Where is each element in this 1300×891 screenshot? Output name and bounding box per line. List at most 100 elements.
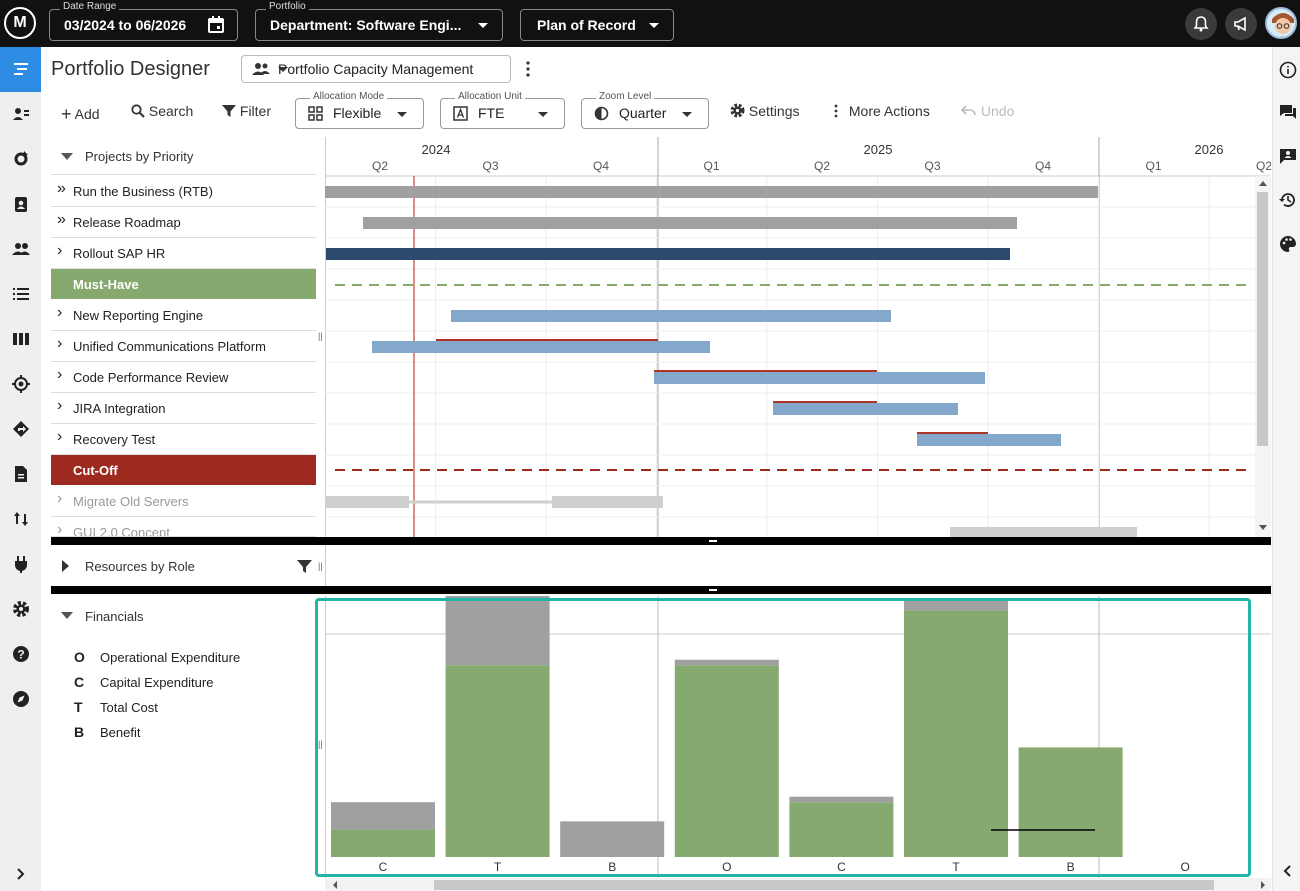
gantt-bar[interactable]: [451, 310, 891, 322]
legend-label: Operational Expenditure: [100, 650, 241, 665]
gantt-bar[interactable]: [917, 434, 1061, 446]
project-row[interactable]: › New Reporting Engine: [51, 300, 316, 331]
more-actions-button[interactable]: More Actions: [833, 103, 930, 119]
priority-marker-row[interactable]: Must-Have: [51, 269, 316, 300]
nav-routes[interactable]: [0, 407, 41, 452]
portfolio-label: Portfolio: [266, 1, 309, 12]
nav-help[interactable]: ?: [0, 632, 41, 677]
nav-portfolio-designer[interactable]: [0, 47, 41, 92]
target-icon: [12, 375, 30, 393]
gantt-bar[interactable]: [552, 496, 663, 508]
allocation-unit-select[interactable]: Allocation Unit FTE: [440, 91, 565, 129]
nav-assignments[interactable]: [0, 182, 41, 227]
gantt-bar[interactable]: [372, 341, 710, 353]
chevron-right-icon[interactable]: ›: [57, 335, 62, 353]
project-row[interactable]: › Unified Communications Platform: [51, 331, 316, 362]
app-logo[interactable]: M: [4, 7, 36, 39]
gantt-bar[interactable]: [363, 217, 1017, 229]
filter-icon[interactable]: [297, 559, 312, 574]
chevron-right-icon[interactable]: ›: [57, 242, 62, 260]
plan-value: Plan of Record: [537, 17, 636, 33]
splitter-projects[interactable]: [51, 537, 1271, 545]
nav-integrations[interactable]: [0, 542, 41, 587]
nav-list[interactable]: [0, 272, 41, 317]
chevron-right-icon[interactable]: ›: [57, 490, 62, 508]
collapse-triangle-icon: [61, 153, 73, 160]
project-row[interactable]: › Code Performance Review: [51, 362, 316, 393]
project-row[interactable]: › JIRA Integration: [51, 393, 316, 424]
badge-icon: [15, 197, 27, 212]
double-chevron-right-icon[interactable]: »: [57, 211, 66, 229]
nav-expand-button[interactable]: [0, 852, 41, 891]
project-row[interactable]: › GUI 2.0 Concept: [51, 517, 316, 537]
more-actions-label: More Actions: [848, 103, 930, 119]
search-icon: [131, 104, 145, 118]
double-chevron-right-icon[interactable]: »: [57, 180, 66, 198]
zoom-level-value: Quarter: [619, 105, 667, 121]
allocation-mode-select[interactable]: Allocation Mode Flexible: [295, 91, 424, 129]
legend-key: T: [74, 699, 83, 715]
settings-button[interactable]: Settings: [730, 103, 799, 119]
allocation-mode-value: Flexible: [333, 105, 382, 121]
nav-explore[interactable]: [0, 677, 41, 722]
nav-teams[interactable]: [0, 227, 41, 272]
history-icon[interactable]: [1279, 191, 1297, 209]
financials-section-header[interactable]: Financials: [51, 596, 316, 634]
announcements-button[interactable]: [1225, 8, 1257, 40]
chevron-right-icon[interactable]: ›: [57, 521, 62, 536]
filter-button[interactable]: Filter: [222, 103, 271, 119]
zoom-level-select[interactable]: Zoom Level Quarter: [581, 91, 709, 129]
legend-label: Capital Expenditure: [100, 675, 214, 690]
chevron-right-icon[interactable]: ›: [57, 366, 62, 384]
add-button[interactable]: + Add: [61, 103, 100, 124]
notifications-button[interactable]: [1185, 8, 1217, 40]
scrollbar-thumb[interactable]: [1257, 192, 1268, 446]
gantt-bar[interactable]: [325, 496, 409, 508]
undo-button[interactable]: Undo: [960, 103, 1014, 119]
chevron-right-icon[interactable]: ›: [57, 428, 62, 446]
project-row[interactable]: » Run the Business (RTB): [51, 176, 316, 207]
nav-settings[interactable]: [0, 587, 41, 632]
resources-section-header[interactable]: Resources by Role: [51, 545, 316, 586]
gantt-bar[interactable]: [654, 372, 985, 384]
nav-board[interactable]: [0, 317, 41, 362]
more-vertical-icon[interactable]: [525, 61, 531, 77]
legend-item: O Operational Expenditure: [74, 649, 240, 665]
priority-marker-row[interactable]: Cut-Off: [51, 455, 316, 486]
project-row[interactable]: » Release Roadmap: [51, 207, 316, 238]
portfolio-field[interactable]: Portfolio Department: Software Engi...: [255, 1, 503, 41]
person-list-icon: [13, 108, 29, 120]
nav-targets[interactable]: [0, 362, 41, 407]
list-icon: [13, 288, 29, 300]
nav-transfer[interactable]: [0, 497, 41, 542]
comments-icon[interactable]: [1279, 103, 1297, 121]
quarter-label: Q2: [814, 159, 830, 173]
nav-cycle[interactable]: [0, 137, 41, 182]
nav-people[interactable]: [0, 92, 41, 137]
date-range-field[interactable]: Date Range 03/2024 to 06/2026: [49, 1, 238, 41]
chevron-left-icon[interactable]: [1279, 862, 1297, 880]
row-label: Unified Communications Platform: [73, 339, 266, 354]
resize-grip-icon[interactable]: ||: [318, 331, 323, 341]
nav-documents[interactable]: [0, 452, 41, 497]
plan-select[interactable]: Plan of Record: [520, 9, 674, 41]
chevron-right-icon[interactable]: ›: [57, 304, 62, 322]
splitter-resources[interactable]: [51, 586, 1271, 594]
gantt-bar[interactable]: [773, 403, 958, 415]
project-row[interactable]: › Rollout SAP HR: [51, 238, 316, 269]
palette-icon[interactable]: [1279, 235, 1297, 253]
person-card-icon[interactable]: [1279, 147, 1297, 165]
resize-grip-icon[interactable]: ||: [318, 561, 323, 571]
gantt-bar[interactable]: [326, 248, 1010, 260]
search-button[interactable]: Search: [131, 103, 193, 119]
project-row[interactable]: › Migrate Old Servers: [51, 486, 316, 517]
info-icon[interactable]: [1279, 61, 1297, 79]
gantt-bar[interactable]: [325, 186, 1098, 198]
projects-section-header[interactable]: Projects by Priority: [51, 137, 316, 175]
project-row[interactable]: › Recovery Test: [51, 424, 316, 455]
chevron-right-icon[interactable]: ›: [57, 397, 62, 415]
portfolio-view-select[interactable]: Portfolio Capacity Management: [241, 55, 511, 83]
user-avatar[interactable]: [1265, 7, 1297, 39]
filter-label: Filter: [239, 103, 272, 119]
h-scrollbar-thumb[interactable]: [434, 880, 1214, 890]
